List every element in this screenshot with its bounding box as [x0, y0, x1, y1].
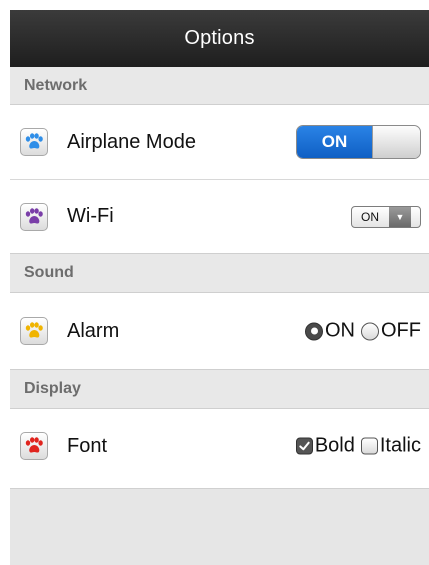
wifi-select-value: ON — [361, 210, 379, 224]
wifi-label: Wi-Fi — [67, 205, 114, 227]
alarm-radio-on-label: ON — [325, 319, 355, 342]
row-airplane-mode: Airplane Mode ON — [10, 105, 429, 179]
italic-checkbox-label: Italic — [379, 434, 421, 457]
toggle-on-label: ON — [297, 126, 372, 158]
wifi-select[interactable]: ON ▼ — [351, 206, 421, 228]
title-bar: Options — [10, 10, 429, 67]
chevron-down-icon: ▼ — [389, 207, 411, 227]
airplane-mode-toggle[interactable]: ON — [296, 125, 421, 159]
checkmark-icon — [299, 441, 310, 451]
section-title: Network — [24, 76, 88, 94]
bold-checkbox[interactable] — [295, 437, 313, 455]
paw-shape — [25, 207, 43, 224]
paw-icon — [20, 202, 48, 231]
italic-checkbox[interactable] — [360, 437, 378, 455]
alarm-label: Alarm — [67, 319, 120, 342]
font-checkbox-group: Bold Italic — [295, 434, 421, 458]
section-title: Display — [24, 380, 81, 397]
empty-footer-area — [10, 488, 429, 565]
paw-icon — [20, 317, 48, 345]
airplane-mode-label: Airplane Mode — [67, 130, 196, 153]
alarm-radio-off-label: OFF — [381, 319, 421, 342]
section-header-sound: Sound — [10, 253, 429, 293]
section-title: Sound — [24, 264, 74, 281]
row-font: Font Bold Italic — [10, 409, 429, 483]
paw-shape — [25, 133, 43, 149]
bold-checkbox-label: Bold — [314, 434, 355, 457]
paw-icon — [20, 432, 48, 460]
alarm-radio-group: ON OFF — [305, 320, 421, 343]
font-label: Font — [67, 434, 108, 457]
alarm-radio-off[interactable] — [361, 322, 379, 340]
row-alarm: Alarm ON OFF — [10, 293, 429, 369]
page-title: Options — [184, 27, 255, 49]
paw-shape — [25, 322, 43, 338]
paw-shape — [25, 437, 43, 453]
section-header-network: Network — [10, 67, 429, 105]
section-header-display: Display — [10, 369, 429, 409]
row-wifi: Wi-Fi ON ▼ — [10, 179, 429, 253]
paw-icon — [20, 128, 48, 156]
toggle-knob — [372, 126, 420, 158]
options-screen: Options Network Airplane Mode ON Wi-Fi O… — [10, 10, 429, 565]
alarm-radio-on[interactable] — [305, 322, 323, 340]
